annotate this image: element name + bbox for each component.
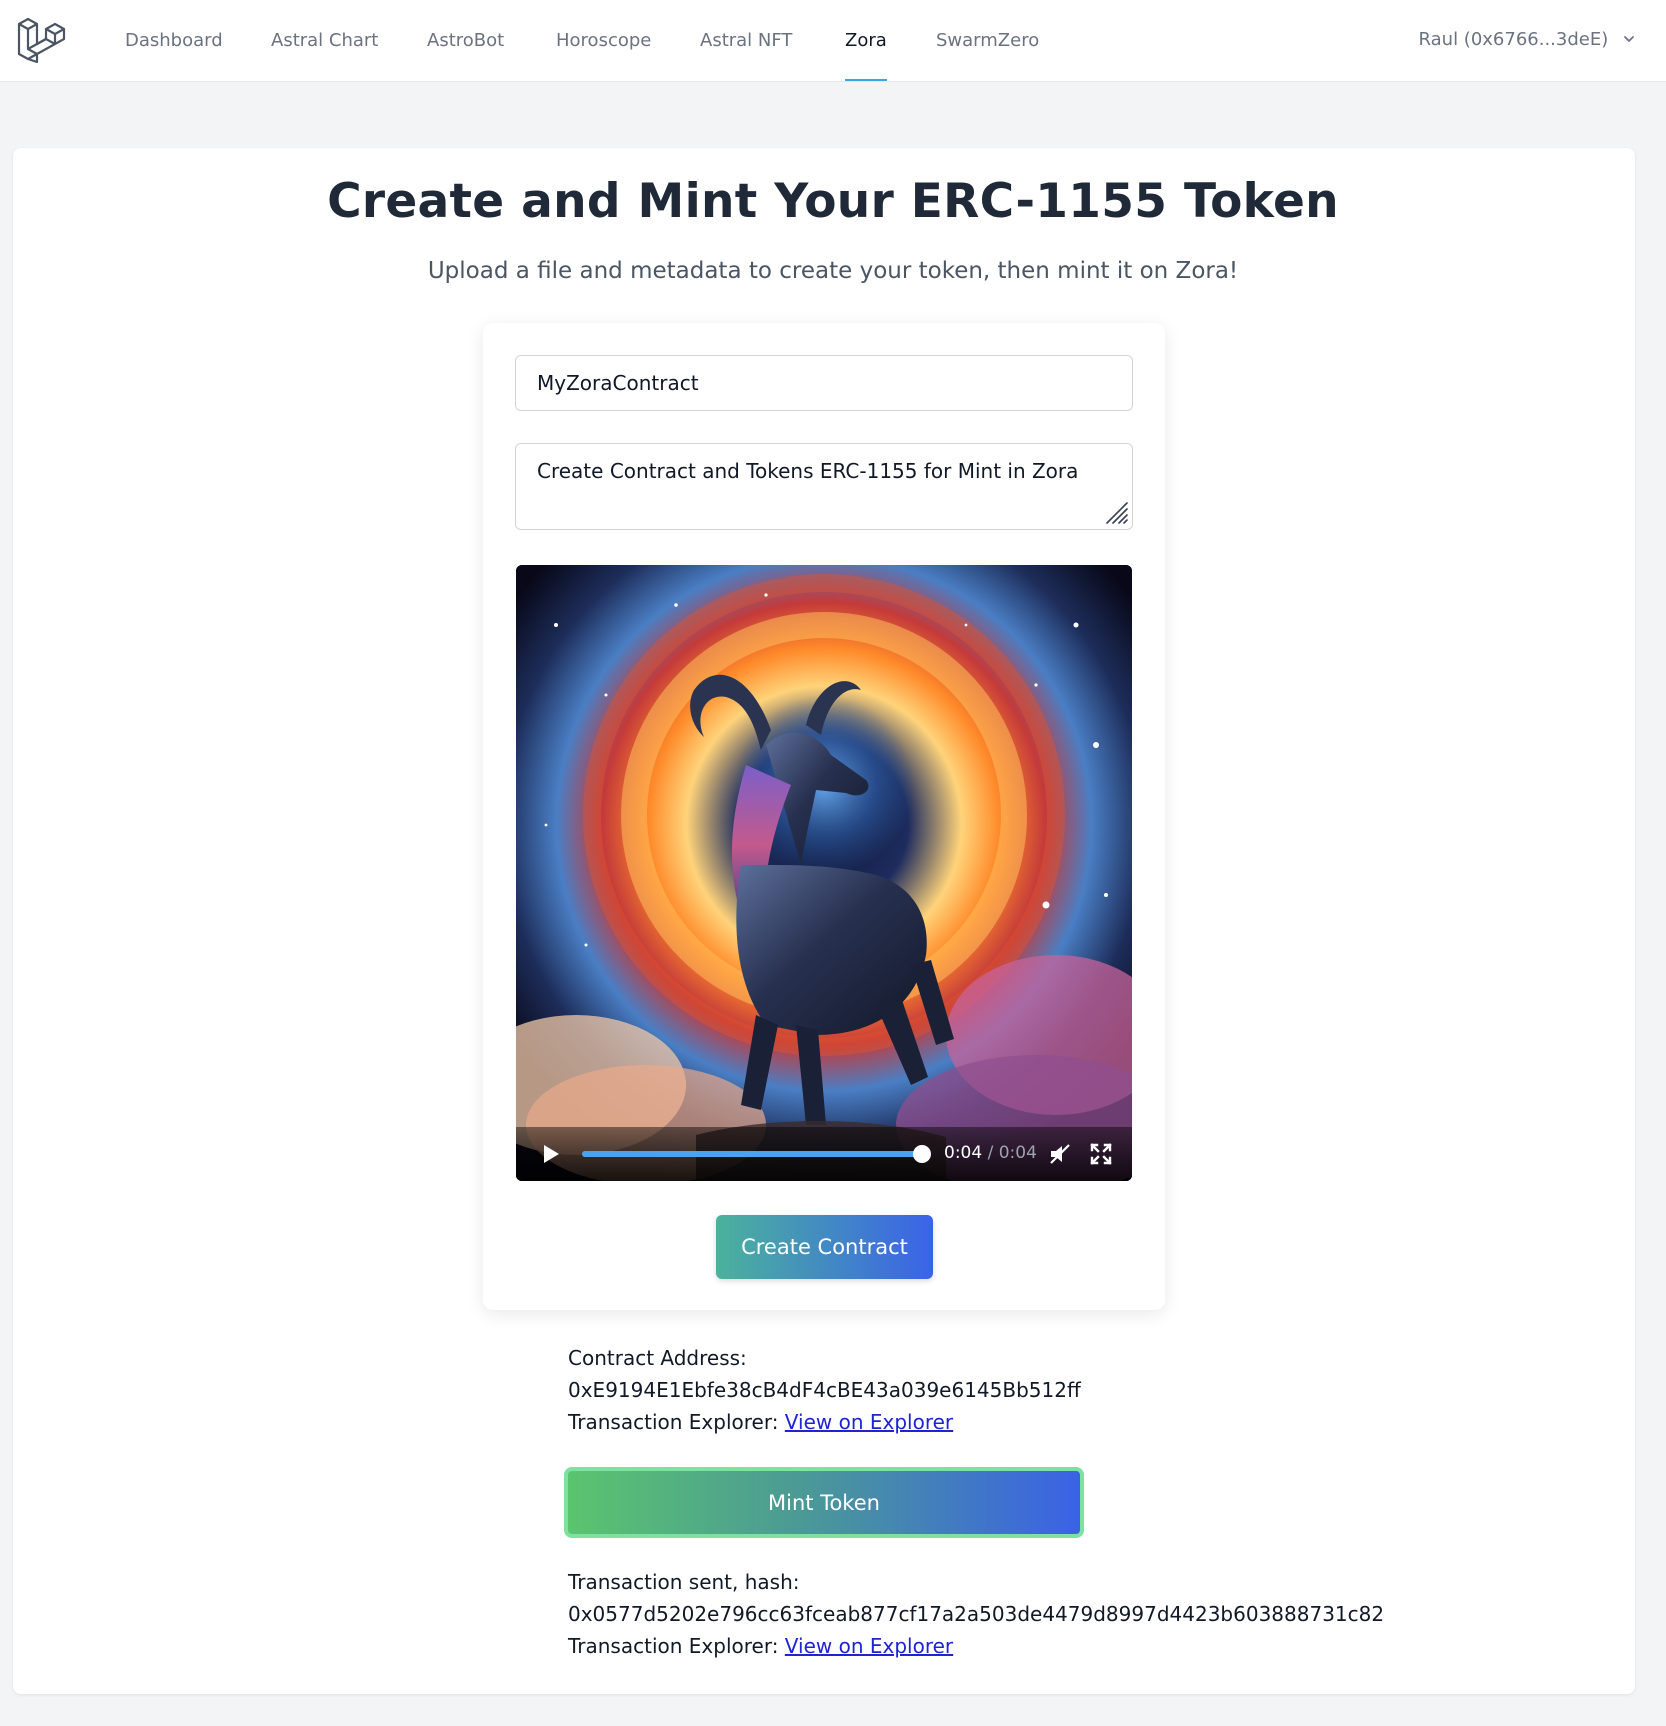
create-contract-button[interactable]: Create Contract (716, 1215, 933, 1279)
mint-explorer-row: Transaction Explorer: View on Explorer (568, 1630, 953, 1662)
nav-link-zora[interactable]: Zora (845, 0, 887, 82)
top-navigation: Dashboard Astral Chart AstroBot Horoscop… (0, 0, 1666, 82)
description-textarea[interactable]: Create Contract and Tokens ERC-1155 for … (515, 443, 1133, 530)
contract-name-input[interactable] (515, 355, 1133, 411)
contract-explorer-link[interactable]: View on Explorer (785, 1410, 953, 1434)
page-subtitle: Upload a file and metadata to create you… (427, 258, 1239, 284)
nav-link-horoscope[interactable]: Horoscope (556, 0, 651, 82)
chevron-down-icon (1624, 36, 1634, 42)
nav-link-astral-nft[interactable]: Astral NFT (700, 0, 792, 82)
nav-link-swarmzero[interactable]: SwarmZero (936, 0, 1039, 82)
media-preview-video[interactable]: 0:04 / 0:04 (516, 565, 1132, 1181)
page-title: Create and Mint Your ERC-1155 Token (327, 174, 1339, 229)
resize-grip-icon[interactable] (1104, 500, 1130, 526)
transaction-hash-label: Transaction sent, hash: (568, 1570, 800, 1594)
video-progress-slider[interactable] (582, 1145, 931, 1163)
contract-explorer-row: Transaction Explorer: View on Explorer (568, 1406, 953, 1438)
transaction-hash-value: 0x0577d5202e796cc63fceab877cf17a2a503de4… (568, 1602, 1385, 1626)
video-controls-bar: 0:04 / 0:04 (516, 1127, 1132, 1181)
fullscreen-icon[interactable] (1089, 1142, 1113, 1166)
nav-link-astral-chart[interactable]: Astral Chart (271, 0, 378, 82)
cosmic-goat-artwork (516, 565, 1132, 1181)
play-icon[interactable] (538, 1142, 562, 1166)
nav-link-dashboard[interactable]: Dashboard (125, 0, 223, 82)
video-progress-fill (582, 1151, 922, 1157)
mint-token-button[interactable]: Mint Token (564, 1467, 1084, 1538)
user-menu-dropdown[interactable]: Raul (0x6766...3deE) (1419, 0, 1636, 82)
video-duration: / 0:04 (982, 1143, 1037, 1163)
user-menu-label: Raul (0x6766...3deE) (1418, 29, 1609, 50)
video-progress-thumb[interactable] (913, 1145, 931, 1163)
nav-link-astrobot[interactable]: AstroBot (427, 0, 504, 82)
contract-address-label: Contract Address: (568, 1346, 747, 1370)
mint-explorer-label: Transaction Explorer: (568, 1634, 785, 1658)
video-time-readout: 0:04 / 0:04 (944, 1143, 1037, 1163)
contract-explorer-label: Transaction Explorer: (568, 1410, 785, 1434)
laravel-logo-icon[interactable] (16, 14, 66, 66)
mint-explorer-link[interactable]: View on Explorer (785, 1634, 953, 1658)
video-current-time: 0:04 (944, 1143, 983, 1163)
muted-speaker-icon[interactable] (1048, 1142, 1072, 1166)
contract-address-value: 0xE9194E1Ebfe38cB4dF4cBE43a039e6145Bb512… (568, 1378, 1081, 1402)
